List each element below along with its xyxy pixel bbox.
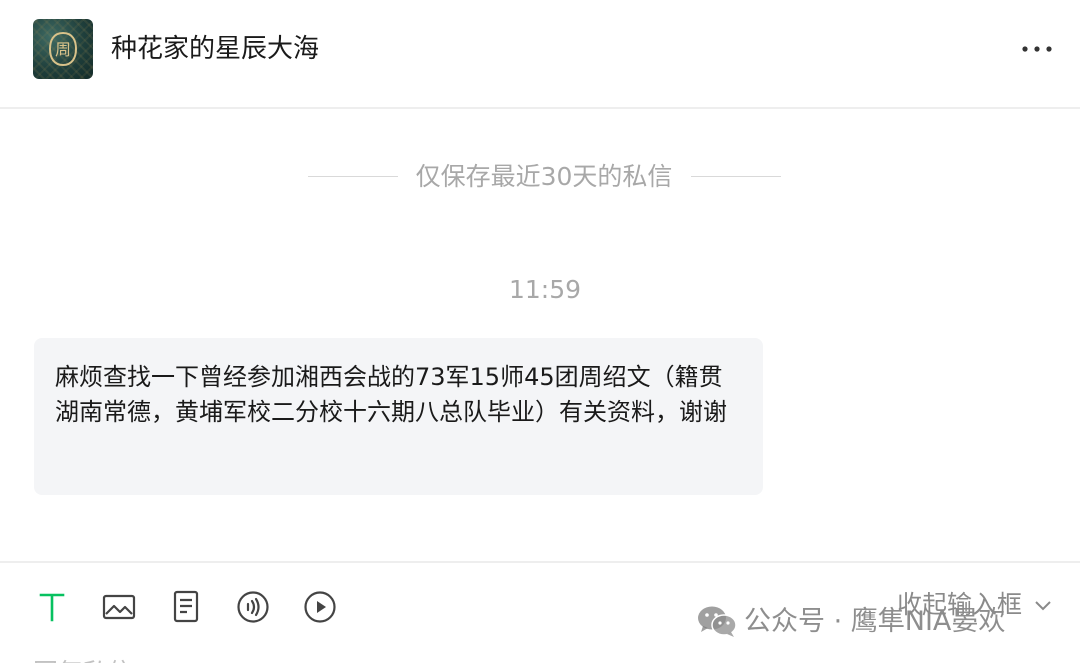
video-icon[interactable] <box>302 589 338 625</box>
input-toolbar: 公众号 · 鹰隼NIA晏欢 收起输入框 回复私信 <box>0 561 1080 663</box>
seal-icon: 周 <box>48 32 78 66</box>
audio-icon[interactable] <box>235 589 271 625</box>
reply-input[interactable]: 回复私信 <box>33 655 133 663</box>
more-horizontal-icon[interactable] <box>1022 38 1052 60</box>
chat-title: 种花家的星辰大海 <box>111 34 320 64</box>
avatar-glyph: 周 <box>55 40 71 59</box>
image-icon[interactable] <box>101 589 137 625</box>
message-bubble[interactable]: 麻烦查找一下曾经参加湘西会战的73军15师45团周绍文（籍贯湖南常德，黄埔军校二… <box>34 338 763 495</box>
message-text: 麻烦查找一下曾经参加湘西会战的73军15师45团周绍文（籍贯湖南常德，黄埔军校二… <box>55 363 727 426</box>
notice-text: 仅保存最近30天的私信 <box>415 162 673 191</box>
message-timestamp: 11:59 <box>508 275 582 304</box>
text-icon[interactable] <box>34 589 70 625</box>
collapse-input-button[interactable]: 收起输入框 <box>897 587 1022 623</box>
avatar[interactable]: 周 <box>33 19 93 79</box>
chevron-down-icon[interactable] <box>1034 599 1052 613</box>
retention-notice: 仅保存最近30天的私信 <box>0 155 1080 199</box>
chat-header: 周 种花家的星辰大海 <box>0 0 1080 109</box>
document-icon[interactable] <box>168 589 204 625</box>
private-message-window: 周 种花家的星辰大海 仅保存最近30天的私信 11:59 麻烦查找一下曾经参加湘… <box>0 0 1080 663</box>
divider <box>308 176 398 177</box>
divider <box>691 176 781 177</box>
wechat-icon <box>698 606 737 637</box>
